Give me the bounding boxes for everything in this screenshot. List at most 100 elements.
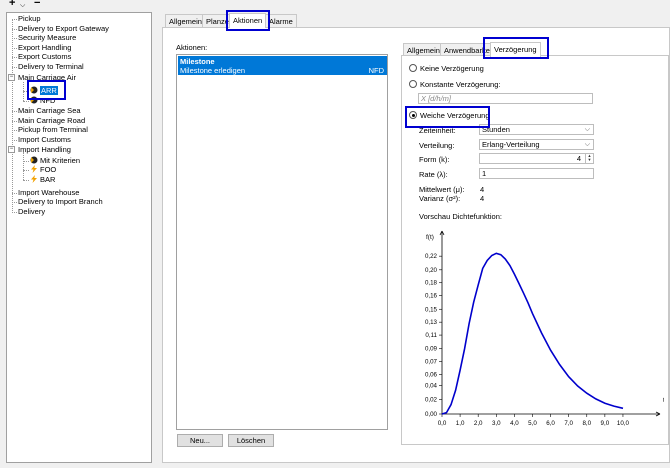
expand-toggle[interactable]: − xyxy=(8,146,15,153)
distribution-value: Erlang-Verteilung xyxy=(482,140,540,149)
x-tick-label: 7,0 xyxy=(564,420,573,427)
radio-no-delay[interactable] xyxy=(409,64,417,72)
unit-select[interactable]: Stunden ⌵ xyxy=(479,124,594,135)
tree-connector xyxy=(12,140,17,141)
preview-label: Vorschau Dichtefunktion: xyxy=(419,212,502,221)
action-code: NFD xyxy=(368,66,384,75)
tree-item-label: Pickup from Terminal xyxy=(18,125,88,134)
remove-icon[interactable]: − xyxy=(34,0,40,9)
tree-item-label: Delivery xyxy=(18,207,46,216)
add-icon[interactable]: + xyxy=(9,0,15,9)
tree-connector xyxy=(12,67,17,68)
y-tick-label: 0,15 xyxy=(425,306,438,313)
x-tick-label: 4,0 xyxy=(510,420,519,427)
radio-soft-delay[interactable] xyxy=(409,111,417,119)
tree-item[interactable]: Main Carriage Air xyxy=(18,73,76,83)
radio-constant-delay[interactable] xyxy=(409,80,417,88)
unit-label: Zeiteinheit: xyxy=(419,126,456,135)
chevron-down-icon: ⌵ xyxy=(584,126,590,133)
shape-value: 4 xyxy=(576,154,581,163)
tree-item-label: NFD xyxy=(40,96,56,105)
tree-item[interactable]: Main Carriage Sea xyxy=(18,106,81,116)
tab-allgemein[interactable]: Allgemein xyxy=(165,14,206,28)
tree-item[interactable]: Security Measure xyxy=(18,33,76,43)
chevron-down-icon[interactable]: ⌵ xyxy=(20,0,25,11)
stepper-arrows-icon[interactable]: ▲ ▼ xyxy=(585,154,593,163)
tree-item[interactable]: FOO xyxy=(30,165,56,175)
tree-item[interactable]: Delivery to Import Branch xyxy=(18,197,103,207)
tree-connector xyxy=(23,170,29,171)
tree-connector xyxy=(23,101,29,102)
y-tick-label: 0,16 xyxy=(425,293,438,300)
tree-item-label: Delivery to Terminal xyxy=(18,62,84,71)
tree-item[interactable]: Delivery xyxy=(18,207,45,217)
action-description: Milestone erledigen xyxy=(180,66,246,75)
density-curve xyxy=(441,252,624,415)
tree-item-label: Main Carriage Air xyxy=(18,73,76,82)
x-axis-label: t xyxy=(663,397,664,404)
y-tick-label: 0,20 xyxy=(425,267,438,274)
tree-connector xyxy=(12,57,17,58)
y-tick-label: 0,11 xyxy=(425,332,437,339)
constant-delay-input[interactable]: X [d/h/m] xyxy=(418,93,593,104)
tree-item-label: Delivery to Import Branch xyxy=(18,197,103,206)
x-tick-label: 1,0 xyxy=(456,420,465,427)
tree-item[interactable]: Export Customs xyxy=(18,52,71,62)
milestone-icon xyxy=(30,96,38,104)
tree-item-label: Main Carriage Road xyxy=(18,116,86,125)
tree-item[interactable]: Import Handling xyxy=(18,145,71,155)
tree-connector xyxy=(12,19,17,20)
density-chart: f(t) t 0,0 1,0 2,0 3,0 4,0 5,0 6,0 7,0 8,0 9,0 10,0 0… xyxy=(425,230,664,427)
new-button[interactable]: Neu... xyxy=(177,434,223,447)
actions-list[interactable]: Milestone Milestone erledigen NFD xyxy=(176,54,388,430)
mean-value: 4 xyxy=(480,185,485,194)
y-axis-label: f(t) xyxy=(426,234,434,241)
rate-label: Rate (λ): xyxy=(419,170,448,179)
tree-item-label: Export Handling xyxy=(18,43,72,52)
tree-item-label: FOO xyxy=(40,165,57,174)
unit-value: Stunden xyxy=(482,125,510,134)
tree-item-label: Import Handling xyxy=(18,145,71,154)
expand-toggle[interactable]: − xyxy=(8,74,15,81)
tree-item[interactable]: ARR xyxy=(30,86,58,96)
shape-stepper[interactable]: 4 ▲ ▼ xyxy=(479,153,594,164)
tree-connector xyxy=(12,212,17,213)
no-delay-label: Keine Verzögerung xyxy=(420,64,484,73)
tree-item-label: Import Warehouse xyxy=(18,188,80,197)
tree-item[interactable]: Pickup from Terminal xyxy=(18,125,88,135)
delete-button[interactable]: Löschen xyxy=(228,434,274,447)
x-tick-label: 5,0 xyxy=(528,420,537,427)
tree-item[interactable]: Import Customs xyxy=(18,135,71,145)
tree-connector xyxy=(23,180,29,181)
tree-item-label: Delivery to Export Gateway xyxy=(18,24,109,33)
tree-item[interactable]: NFD xyxy=(30,96,55,106)
tree-item[interactable]: Delivery to Terminal xyxy=(18,62,84,72)
tree-item-label: Import Customs xyxy=(18,135,71,144)
distribution-label: Verteilung: xyxy=(419,141,455,150)
variance-label: Varianz (σ²): xyxy=(419,194,461,203)
tree-connector xyxy=(12,111,17,112)
x-tick-label: 10,0 xyxy=(617,420,630,427)
lightning-icon xyxy=(30,175,38,183)
tree-item-label: Pickup xyxy=(18,14,41,23)
tree-item[interactable]: BAR xyxy=(30,175,55,185)
tree-item-label: Main Carriage Sea xyxy=(18,106,81,115)
tree-item-label: Mit Kriterien xyxy=(40,156,81,165)
x-tick-label: 6,0 xyxy=(546,420,555,427)
y-tick-label: 0,06 xyxy=(425,372,438,379)
y-tick-label: 0,09 xyxy=(425,346,438,353)
tab-aktionen[interactable]: Aktionen xyxy=(229,13,267,28)
tree-connector xyxy=(12,121,17,122)
tab-verzoegerung[interactable]: Verzögerung xyxy=(490,42,541,57)
toolbar: + ⌵ − xyxy=(0,0,60,10)
actions-label: Aktionen: xyxy=(176,43,208,52)
soft-delay-label: Weiche Verzögerung xyxy=(420,111,490,120)
constant-delay-label: Konstante Verzögerung: xyxy=(420,80,501,89)
tree-item[interactable]: Pickup xyxy=(18,14,41,24)
tab-alarme[interactable]: Alarme xyxy=(265,14,297,28)
x-tick-label: 8,0 xyxy=(582,420,591,427)
list-item[interactable]: Milestone Milestone erledigen NFD xyxy=(178,56,387,75)
distribution-select[interactable]: Erlang-Verteilung ⌵ xyxy=(479,139,594,150)
tree-connector xyxy=(12,193,17,194)
rate-input[interactable]: 1 xyxy=(479,168,594,179)
